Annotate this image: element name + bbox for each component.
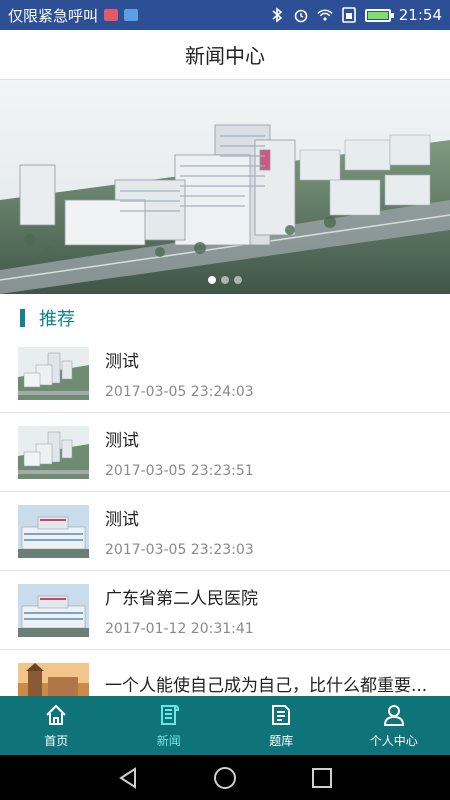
news-thumbnail bbox=[18, 425, 89, 479]
news-date: 2017-01-12 20:31:41 bbox=[105, 620, 254, 637]
banner-carousel[interactable] bbox=[0, 80, 450, 294]
news-list-item[interactable]: 广东省第二人民医院 2017-01-12 20:31:41 bbox=[0, 571, 450, 650]
news-title: 广东省第二人民医院 bbox=[105, 588, 258, 609]
nav-tab-news[interactable]: 新闻 bbox=[113, 696, 226, 755]
news-thumbnail bbox=[18, 662, 89, 696]
profile-icon bbox=[383, 705, 404, 726]
square-icon bbox=[311, 767, 332, 788]
section-header: 推荐 bbox=[0, 300, 450, 336]
news-title: 测试 bbox=[105, 509, 139, 530]
section-title: 推荐 bbox=[39, 309, 75, 330]
section-accent-bar bbox=[20, 309, 25, 327]
carousel-dot[interactable] bbox=[221, 276, 229, 284]
page-title: 新闻中心 bbox=[185, 44, 265, 68]
carousel-dot[interactable] bbox=[234, 276, 242, 284]
news-thumbnail-image bbox=[18, 504, 89, 558]
carousel-dot[interactable] bbox=[208, 276, 216, 284]
news-text: 一个人能使自己成为自己，比什么都重要... bbox=[105, 671, 427, 697]
app-header: 新闻中心 bbox=[0, 30, 450, 80]
news-text: 测试 2017-03-05 23:23:51 bbox=[105, 426, 254, 479]
wifi-icon bbox=[317, 7, 333, 23]
news-thumbnail-image bbox=[18, 425, 89, 479]
news-text: 测试 2017-03-05 23:24:03 bbox=[105, 347, 254, 400]
nav-tab-label: 新闻 bbox=[156, 734, 181, 748]
news-list[interactable]: 测试 2017-03-05 23:24:03 测试 2017-03-05 23:23:… bbox=[0, 334, 450, 696]
bluetooth-icon bbox=[269, 7, 285, 23]
nav-tab-question-bank[interactable]: 题库 bbox=[225, 696, 338, 755]
status-bar: 仅限紧急呼叫 21:54 bbox=[0, 0, 450, 30]
nav-tab-home[interactable]: 首页 bbox=[0, 696, 113, 755]
alarm-icon bbox=[293, 7, 309, 23]
home-icon bbox=[46, 705, 66, 725]
recents-button[interactable] bbox=[307, 763, 337, 793]
system-nav-bar bbox=[0, 755, 450, 800]
carrier-text: 仅限紧急呼叫 bbox=[8, 6, 99, 25]
notification-icon bbox=[124, 9, 139, 21]
news-date: 2017-03-05 23:23:51 bbox=[105, 462, 254, 479]
clock: 21:54 bbox=[398, 6, 442, 24]
news-title: 测试 bbox=[105, 351, 139, 372]
news-title: 一个人能使自己成为自己，比什么都重要... bbox=[105, 675, 428, 696]
home-button[interactable] bbox=[210, 763, 240, 793]
news-icon bbox=[160, 705, 179, 725]
news-list-item[interactable]: 一个人能使自己成为自己，比什么都重要... bbox=[0, 650, 450, 696]
question-bank-icon bbox=[272, 705, 291, 725]
battery-icon bbox=[364, 8, 394, 22]
carousel-indicator[interactable] bbox=[0, 276, 450, 284]
sim-icon bbox=[341, 7, 357, 23]
back-button[interactable] bbox=[113, 763, 143, 793]
news-thumbnail bbox=[18, 504, 89, 558]
back-icon bbox=[119, 766, 137, 789]
news-thumbnail bbox=[18, 583, 89, 637]
nav-tab-label: 题库 bbox=[269, 734, 294, 748]
news-text: 测试 2017-03-05 23:23:03 bbox=[105, 505, 254, 558]
circle-icon bbox=[213, 766, 236, 789]
news-list-item[interactable]: 测试 2017-03-05 23:24:03 bbox=[0, 334, 450, 413]
nav-tab-label: 个人中心 bbox=[369, 734, 418, 748]
news-thumbnail-image bbox=[18, 346, 89, 400]
news-thumbnail-image bbox=[18, 662, 89, 696]
nav-tab-profile[interactable]: 个人中心 bbox=[338, 696, 450, 755]
news-list-item[interactable]: 测试 2017-03-05 23:23:03 bbox=[0, 492, 450, 571]
news-title: 测试 bbox=[105, 430, 139, 451]
news-thumbnail bbox=[18, 346, 89, 400]
banner-image bbox=[0, 80, 450, 294]
news-text: 广东省第二人民医院 2017-01-12 20:31:41 bbox=[105, 584, 258, 637]
news-thumbnail-image bbox=[18, 583, 89, 637]
bottom-nav: 首页 新闻 题库 个人中心 bbox=[0, 696, 450, 755]
notification-icon bbox=[104, 9, 119, 21]
news-date: 2017-03-05 23:24:03 bbox=[105, 383, 254, 400]
nav-tab-label: 首页 bbox=[44, 734, 69, 748]
news-date: 2017-03-05 23:23:03 bbox=[105, 541, 254, 558]
news-list-item[interactable]: 测试 2017-03-05 23:23:51 bbox=[0, 413, 450, 492]
